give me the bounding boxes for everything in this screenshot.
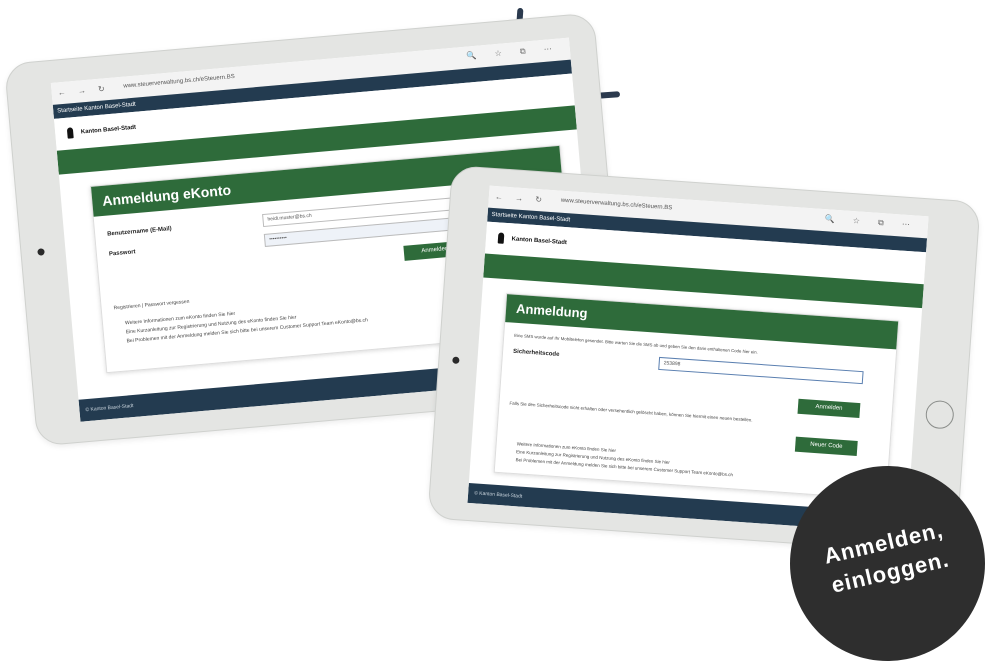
code-label: Sicherheitscode (512, 348, 560, 358)
browser-nav-icons[interactable]: ← → ↻ (57, 84, 110, 98)
badge-text: Anmelden, einloggen. (807, 512, 967, 604)
url-field[interactable]: www.steuerverwaltung.bs.ch/eSteuern.BS (561, 198, 673, 212)
camera-dot (452, 356, 460, 364)
username-label: Benutzername (E-Mail) (107, 226, 172, 238)
register-links[interactable]: Registrieren | Passwort vergessen (113, 299, 189, 312)
logo-text[interactable]: Kanton Basel-Stadt (511, 236, 567, 246)
browser-tool-icons[interactable]: 🔍 ☆ ⧉ ⋯ (824, 214, 918, 230)
new-code-button[interactable]: Neuer Code (794, 436, 858, 456)
browser-nav-icons[interactable]: ← → ↻ (495, 192, 548, 205)
basel-crest-icon (497, 232, 505, 244)
url-field[interactable]: www.steuerverwaltung.bs.ch/eSteuern.BS (123, 74, 235, 90)
login-button[interactable]: Anmelden (797, 398, 861, 419)
camera-dot (37, 248, 45, 256)
logo-text[interactable]: Kanton Basel-Stadt (81, 125, 137, 136)
browser-tool-icons[interactable]: 🔍 ☆ ⧉ ⋯ (466, 44, 560, 62)
top-nav-link[interactable]: Startseite Kanton Basel-Stadt (491, 212, 570, 223)
cta-badge: Anmelden, einloggen. (790, 466, 985, 661)
code-field[interactable]: 253898 (658, 356, 864, 385)
code-card: Anmeldung Eine SMS wurde auf Ihr Mobilte… (493, 293, 900, 501)
password-label: Passwort (108, 249, 136, 258)
resend-text: Falls Sie den Sicherheitscode nicht erha… (509, 400, 753, 423)
home-button[interactable] (924, 399, 955, 430)
basel-crest-icon (66, 127, 74, 139)
